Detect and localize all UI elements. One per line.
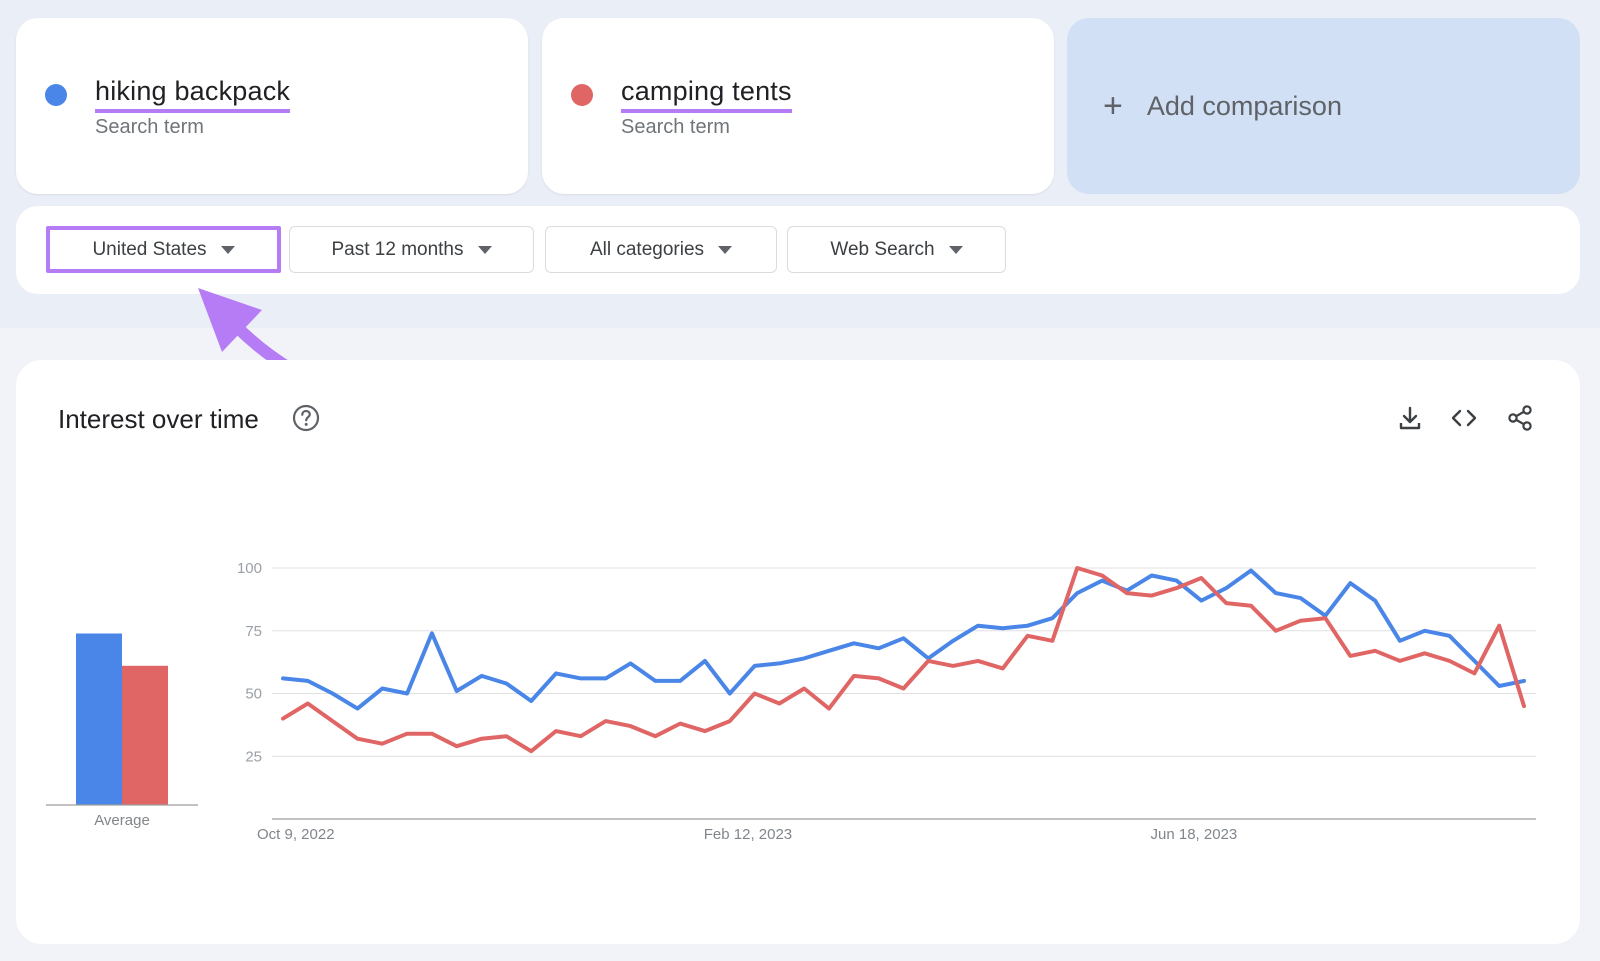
term-2-label[interactable]: camping tents: [621, 76, 792, 113]
search-type-dropdown-label: Web Search: [830, 238, 935, 260]
time-range-dropdown[interactable]: Past 12 months: [289, 226, 534, 273]
chart-title: Interest over time: [58, 404, 259, 434]
y-tick-label: 50: [245, 686, 262, 703]
average-bar-1: [76, 633, 122, 805]
time-range-dropdown-label: Past 12 months: [331, 238, 464, 260]
caret-down-icon: [718, 245, 733, 254]
x-tick-label: Feb 12, 2023: [704, 826, 792, 843]
term-1-color-dot: [45, 84, 67, 106]
term-2-color-dot: [571, 84, 593, 106]
download-icon[interactable]: [1396, 404, 1424, 432]
y-tick-label: 25: [245, 748, 262, 765]
plus-icon: +: [1103, 87, 1123, 125]
category-dropdown[interactable]: All categories: [545, 226, 777, 273]
region-dropdown-label: United States: [92, 238, 207, 260]
share-icon[interactable]: [1506, 404, 1534, 432]
caret-down-icon: [948, 245, 963, 254]
y-tick-label: 75: [245, 623, 262, 640]
series-line-2: [281, 566, 1526, 754]
embed-icon[interactable]: [1450, 404, 1478, 432]
add-comparison-button[interactable]: + Add comparison: [1067, 18, 1580, 194]
caret-down-icon: [477, 245, 492, 254]
average-label: Average: [94, 812, 150, 829]
add-comparison-label: Add comparison: [1146, 90, 1342, 121]
y-tick-label: 100: [237, 560, 262, 577]
help-icon[interactable]: [292, 404, 320, 432]
average-bar-2: [122, 665, 168, 805]
term-1-sublabel: Search term: [95, 116, 204, 138]
region-dropdown[interactable]: United States: [46, 226, 281, 273]
search-term-card-1[interactable]: hiking backpack Search term: [16, 18, 528, 194]
x-tick-label: Jun 18, 2023: [1151, 826, 1238, 843]
x-tick-label: Oct 9, 2022: [257, 826, 335, 843]
category-dropdown-label: All categories: [589, 238, 705, 260]
interest-over-time-chart: 25 50 75 100 Oct 9, 2022 Feb 12, 2023 Jun 18, …: [46, 560, 1536, 843]
caret-down-icon: [220, 245, 235, 254]
term-2-sublabel: Search term: [621, 116, 730, 138]
search-type-dropdown[interactable]: Web Search: [787, 226, 1006, 273]
search-term-card-2[interactable]: camping tents Search term: [542, 18, 1054, 194]
term-1-label[interactable]: hiking backpack: [95, 76, 291, 113]
interest-over-time-card: 25 50 75 100 Oct 9, 2022 Feb 12, 2023 Jun 18, …: [16, 360, 1580, 944]
